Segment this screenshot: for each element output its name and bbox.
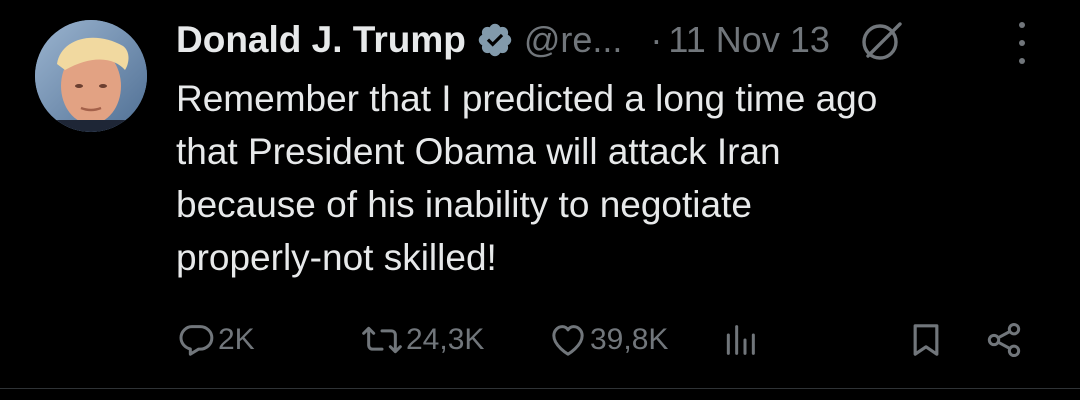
views-icon [720,320,760,360]
views-button[interactable] [720,312,760,368]
tweet-text-line: properly-not skilled! [176,237,497,278]
like-button[interactable]: 39,8K [548,312,668,368]
tweet[interactable]: Donald J. Trump @re... · 11 Nov 13 Remem… [0,0,1080,388]
avatar-image [35,20,147,132]
tweet-text-line: because of his inability to negotiate [176,184,752,225]
divider [0,388,1080,389]
bookmark-button[interactable] [906,312,946,368]
reply-button[interactable]: 2K [176,312,255,368]
tweet-header: Donald J. Trump @re... · 11 Nov 13 [176,14,1056,66]
verified-badge-icon[interactable] [476,21,514,59]
like-icon [548,320,588,360]
share-button[interactable] [984,312,1024,368]
reply-count: 2K [218,323,255,356]
tweet-actions: 2K 24,3K 39,8K [0,312,1080,368]
tweet-text: Remember that I predicted a long time ag… [176,72,1036,284]
reply-icon [176,320,216,360]
tweet-text-line: that President Obama will attack Iran [176,131,781,172]
retweet-icon [360,320,404,360]
avatar[interactable] [35,20,147,132]
share-icon [984,320,1024,360]
tweet-text-line: Remember that I predicted a long time ag… [176,78,878,119]
grok-icon[interactable] [856,14,908,66]
like-count: 39,8K [590,323,669,356]
bookmark-icon [906,320,946,360]
tweet-date[interactable]: 11 Nov 13 [668,19,829,61]
separator-dot: · [650,19,663,60]
retweet-count: 24,3K [406,323,485,356]
more-options-icon[interactable] [1010,22,1034,64]
author-handle[interactable]: @re... [524,19,623,61]
author-name[interactable]: Donald J. Trump [176,19,466,61]
retweet-button[interactable]: 24,3K [360,312,484,368]
